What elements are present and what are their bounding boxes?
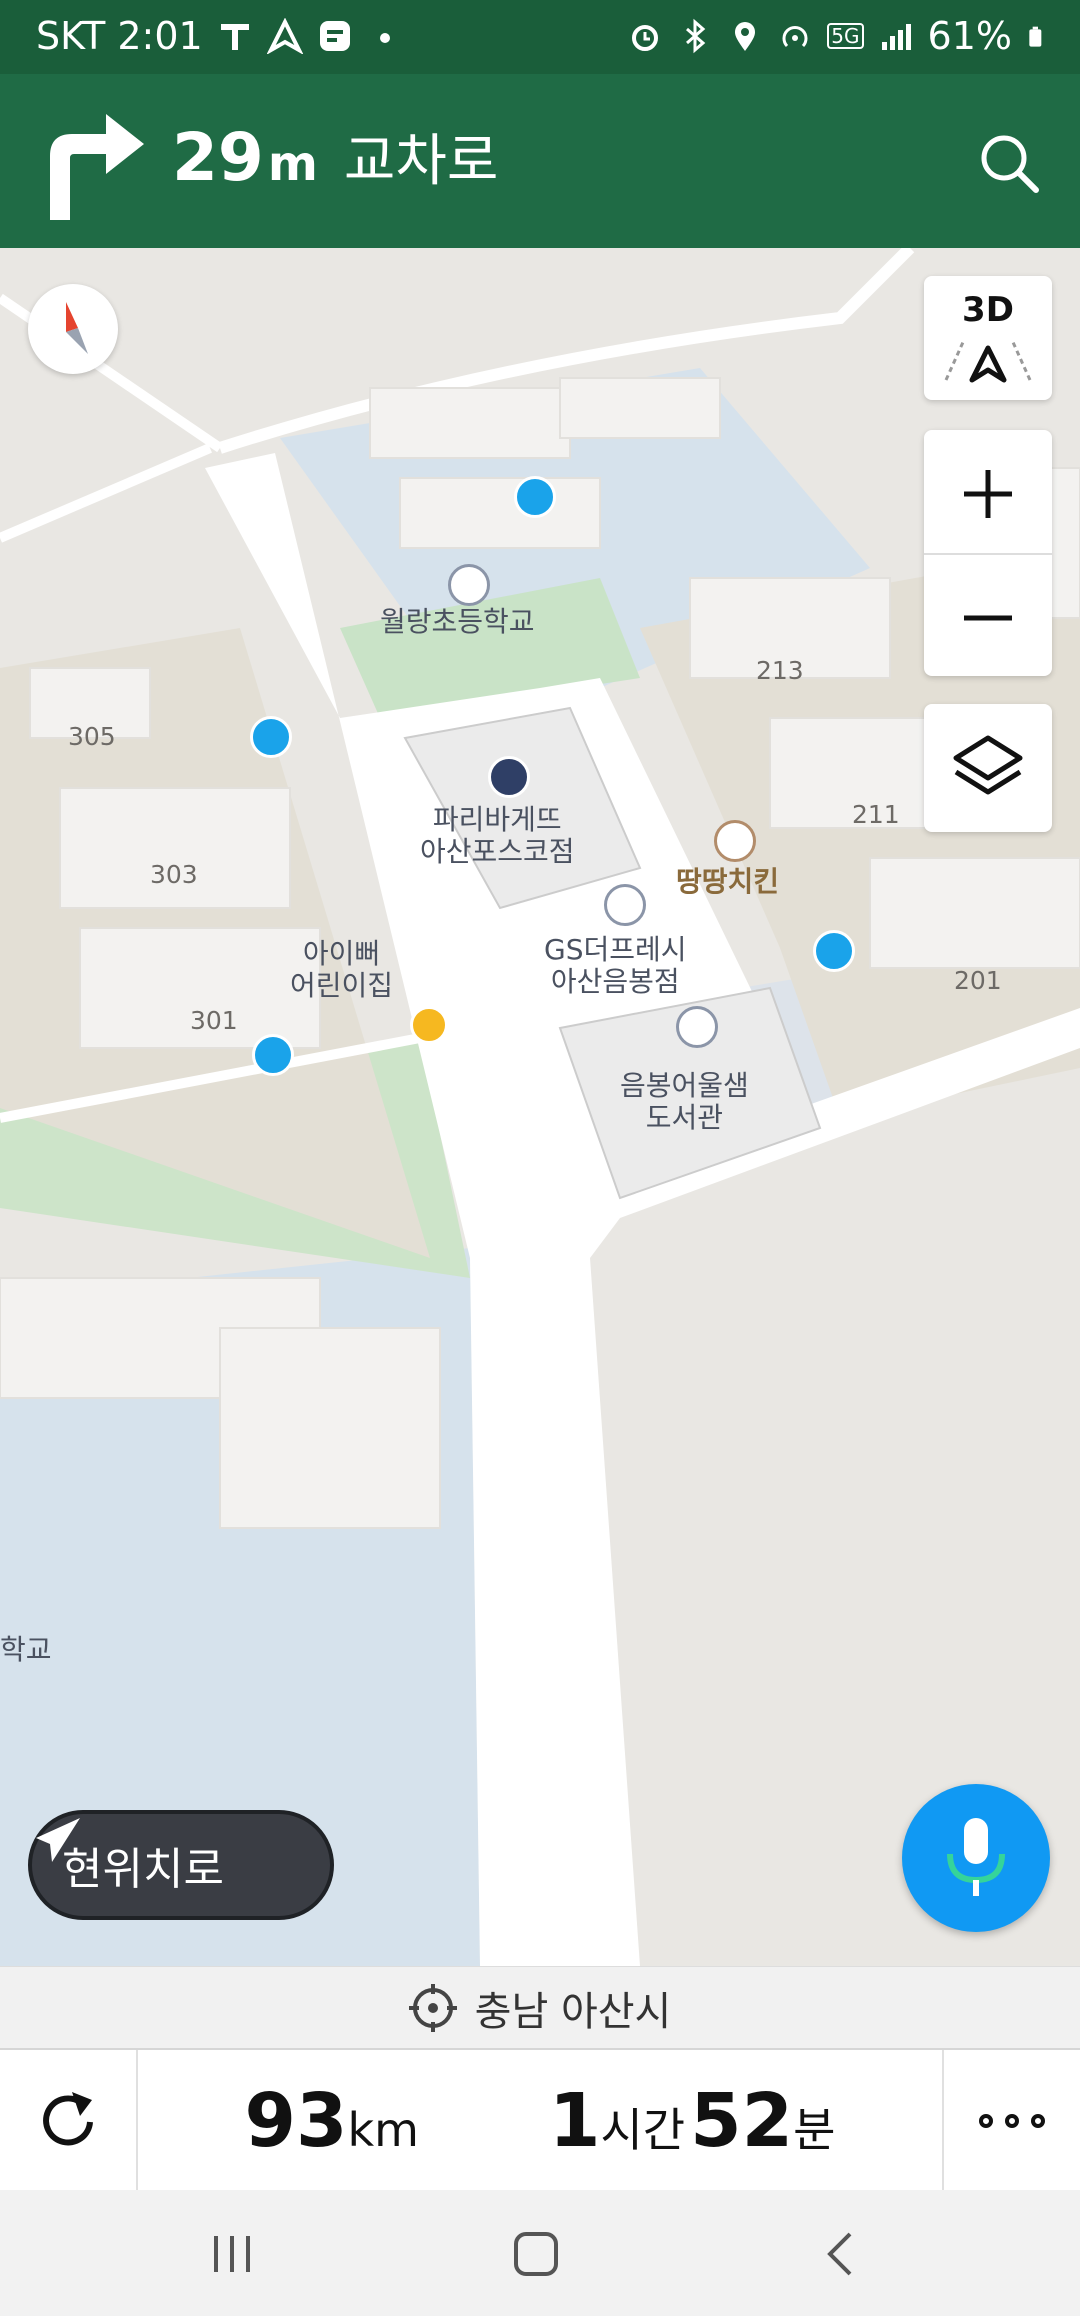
map-label-library[interactable]: 음봉어울샘 도서관 [620, 1069, 749, 1135]
trip-summary-bar: 93km 1시간 52분 [0, 2048, 1080, 2192]
building-number: 305 [68, 722, 116, 751]
map-label-mart[interactable]: GS더프레시 아산음봉점 [544, 933, 687, 999]
bluetooth-icon [686, 18, 706, 54]
layers-icon [953, 735, 1023, 795]
guidance-header: 29 m 교차로 [0, 74, 1080, 248]
battery-percent: 61% [927, 14, 1012, 58]
remaining-distance: 93km [245, 2078, 419, 2164]
right-turn-icon [50, 114, 144, 220]
more-dot-icon [1005, 2114, 1019, 2128]
building-number: 201 [954, 966, 1002, 995]
map-label-daycare-line1: 아이뻐 [302, 937, 381, 970]
view-mode-3d-button[interactable]: 3D [924, 276, 1052, 400]
carrier-time: SKT 2:01 [36, 14, 203, 58]
current-location-button[interactable]: 현위치로 [28, 1810, 334, 1920]
more-dot-icon [1031, 2114, 1045, 2128]
map-label-daycare[interactable]: 아이뻐 어린이집 [290, 937, 394, 1003]
ev-charger-icon[interactable] [514, 476, 556, 518]
hotspot-icon [782, 26, 808, 48]
chicken-icon[interactable] [714, 820, 756, 862]
map-label-bakery-line1: 파리바게뜨 [432, 803, 562, 836]
crosshair-icon [408, 1983, 457, 2032]
status-right: 5G 61% [627, 14, 1050, 58]
app-icon [319, 21, 350, 51]
voice-search-button[interactable] [902, 1784, 1050, 1932]
remaining-distance-value: 93 [244, 2078, 348, 2164]
search-icon[interactable] [974, 128, 1044, 198]
map-view[interactable]: 305 303 301 213 211 201 212 월랑초등학교 파리바게뜨… [0, 248, 1080, 1966]
remaining-hours-unit: 시간 [600, 2103, 686, 2157]
location-arrow-icon [36, 1818, 80, 1862]
region-label: 충남 아산시 [474, 1988, 672, 2035]
more-dot-icon [979, 2114, 993, 2128]
back-icon[interactable] [820, 2230, 864, 2278]
building-number: 213 [756, 656, 804, 685]
status-left: SKT 2:01 [36, 14, 403, 58]
road-name: 교차로 [343, 129, 499, 194]
ev-charger-icon[interactable] [813, 930, 855, 972]
school-icon[interactable] [448, 564, 490, 606]
more-options-button[interactable] [942, 2050, 1080, 2192]
refresh-icon [43, 2092, 93, 2146]
map-label-school-partial[interactable]: 학교 [0, 1633, 52, 1666]
remaining-distance-unit: km [347, 2103, 419, 2157]
remaining-time: 1시간 52분 [549, 2078, 836, 2164]
zoom-in-icon[interactable] [962, 468, 1014, 520]
remaining-hours-value: 1 [548, 2078, 601, 2164]
star-icon[interactable] [410, 1006, 448, 1044]
building-number: 303 [150, 860, 198, 889]
map-label-chicken[interactable]: 땅땅치킨 [676, 865, 779, 898]
view-mode-label: 3D [962, 290, 1014, 330]
perspective-arrow-icon [944, 339, 1032, 383]
home-icon[interactable] [512, 2230, 560, 2278]
map-label-school[interactable]: 월랑초등학교 [380, 605, 535, 638]
layers-button[interactable] [924, 704, 1052, 832]
t-map-icon [220, 24, 249, 50]
map-label-library-line1: 음봉어울샘 [620, 1069, 749, 1102]
zoom-divider [924, 553, 1052, 555]
map-label-bakery-line2: 아산포스코점 [420, 835, 575, 869]
network-badge: 5G [827, 23, 864, 49]
recent-apps-icon[interactable] [210, 2232, 254, 2276]
location-icon [735, 22, 756, 51]
system-nav-bar [0, 2190, 1080, 2316]
trip-info: 93km 1시간 52분 [138, 2050, 942, 2192]
compass-button[interactable] [28, 284, 118, 374]
map-label-mart-line2: 아산음봉점 [550, 965, 680, 999]
battery-icon [1029, 26, 1042, 47]
bakery-icon[interactable] [488, 756, 530, 798]
distance-value: 29 [172, 119, 264, 196]
ev-charger-icon[interactable] [252, 1034, 294, 1076]
compass-icon [66, 302, 88, 354]
reroute-button[interactable] [0, 2050, 138, 2192]
location-strip[interactable]: 충남 아산시 [0, 1966, 1080, 2048]
map-label-daycare-line2: 어린이집 [290, 969, 394, 1003]
ev-charger-icon[interactable] [250, 716, 292, 758]
navigation-icon [266, 18, 303, 54]
microphone-icon [947, 1818, 1005, 1896]
signal-icon [881, 24, 911, 50]
guidance-distance: 29 m 교차로 [172, 116, 498, 197]
current-location-label: 현위치로 [62, 1844, 224, 1895]
map-label-mart-line1: GS더프레시 [544, 933, 687, 966]
zoom-control [924, 430, 1052, 676]
distance-unit: m [267, 136, 318, 192]
map-label-library-line2: 도서관 [645, 1101, 724, 1135]
remaining-minutes-unit: 분 [793, 2103, 836, 2157]
building-number: 301 [190, 1006, 238, 1035]
dot-icon [379, 33, 390, 43]
alarm-icon [632, 25, 659, 51]
library-icon[interactable] [676, 1006, 718, 1048]
zoom-out-icon[interactable] [962, 592, 1014, 644]
status-bar: SKT 2:01 5G 61% [0, 0, 1080, 74]
cart-icon[interactable] [604, 884, 646, 926]
building-number: 211 [852, 800, 900, 829]
map-label-bakery[interactable]: 파리바게뜨 아산포스코점 [420, 803, 575, 869]
remaining-minutes-value: 52 [690, 2078, 794, 2164]
